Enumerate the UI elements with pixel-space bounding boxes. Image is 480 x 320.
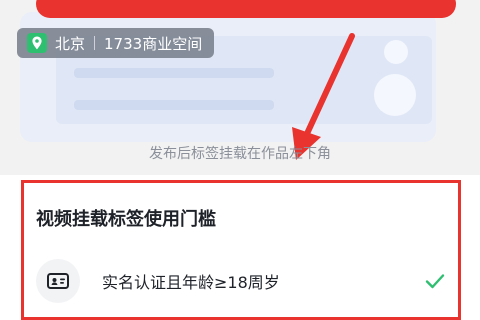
location-place: 1733商业空间 (104, 34, 203, 53)
id-card-icon (47, 273, 69, 289)
requirement-icon-badge (36, 259, 80, 303)
requirement-row: 实名认证且年龄≥18周岁 (36, 256, 446, 306)
panel-title: 视频挂载标签使用门槛 (36, 209, 216, 230)
requirements-panel: 视频挂载标签使用门槛 实名认证且年龄≥18周岁 (21, 180, 461, 320)
preview-placeholder-circle (374, 74, 416, 116)
preview-placeholder-line (74, 100, 274, 110)
location-tag[interactable]: 北京 1733商业空间 (17, 28, 215, 58)
location-city: 北京 (55, 34, 86, 53)
preview-placeholder-circle (384, 40, 408, 64)
location-pin-icon (27, 33, 47, 53)
top-highlight-banner (36, 0, 456, 18)
preview-placeholder-line (74, 68, 274, 78)
requirement-label: 实名认证且年龄≥18周岁 (102, 273, 280, 292)
tag-position-caption: 发布后标签挂载在作品左下角 (149, 146, 331, 162)
tag-divider (94, 36, 96, 50)
check-icon (425, 274, 445, 289)
